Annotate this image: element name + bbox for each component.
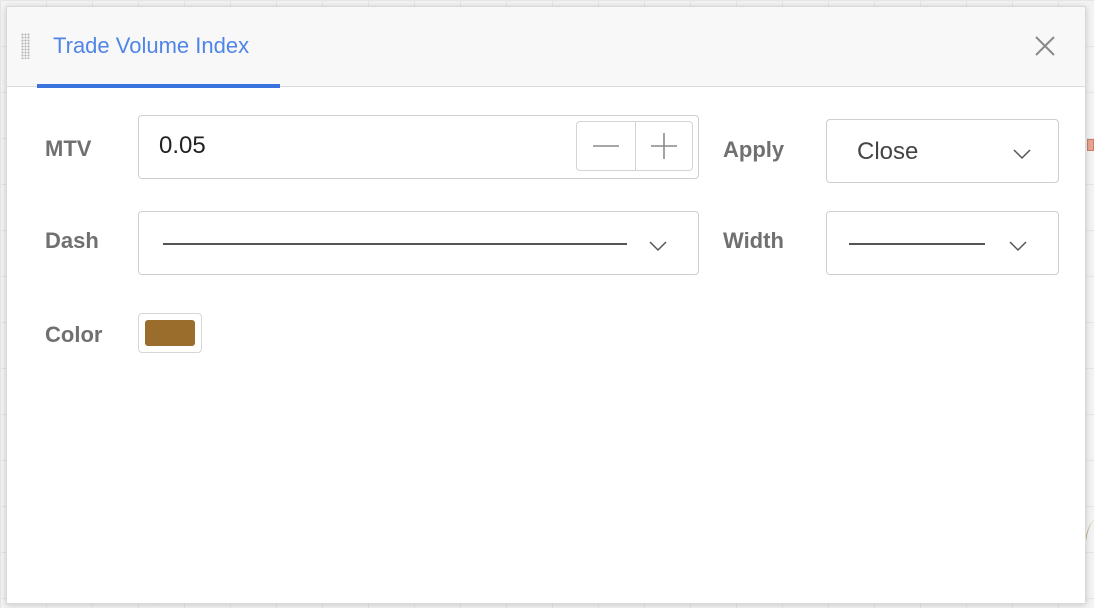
color-swatch (145, 320, 195, 346)
minus-icon (592, 145, 619, 147)
decrement-button[interactable] (577, 122, 635, 170)
close-button[interactable] (1025, 31, 1065, 61)
close-icon (1035, 36, 1055, 56)
dash-select[interactable] (138, 211, 699, 275)
title-tab-indicator (37, 84, 280, 88)
drag-handle-icon[interactable] (21, 33, 30, 59)
dash-label: Dash (45, 228, 99, 253)
increment-button[interactable] (634, 122, 693, 170)
apply-selected-value: Close (857, 138, 919, 165)
apply-select[interactable]: Close (826, 119, 1059, 183)
chevron-down-icon (1009, 241, 1027, 252)
chevron-down-icon (1013, 149, 1031, 160)
width-label: Width (723, 228, 784, 253)
color-picker-button[interactable] (138, 313, 202, 353)
mtv-label: MTV (45, 136, 92, 161)
plus-icon (650, 133, 677, 159)
dialog-title: Trade Volume Index (53, 33, 250, 58)
background-chart-marker (1087, 139, 1094, 151)
mtv-input[interactable] (159, 128, 559, 164)
chevron-down-icon (649, 241, 667, 252)
apply-label: Apply (723, 137, 785, 162)
dialog-header: Trade Volume Index (7, 7, 1085, 88)
width-style-preview (849, 243, 985, 245)
indicator-settings-dialog: Trade Volume Index MTV Apply Close (6, 6, 1086, 604)
width-select[interactable] (826, 211, 1059, 275)
dash-style-preview (163, 243, 627, 245)
mtv-field (138, 115, 699, 179)
mtv-stepper (576, 121, 693, 171)
color-label: Color (45, 322, 103, 347)
